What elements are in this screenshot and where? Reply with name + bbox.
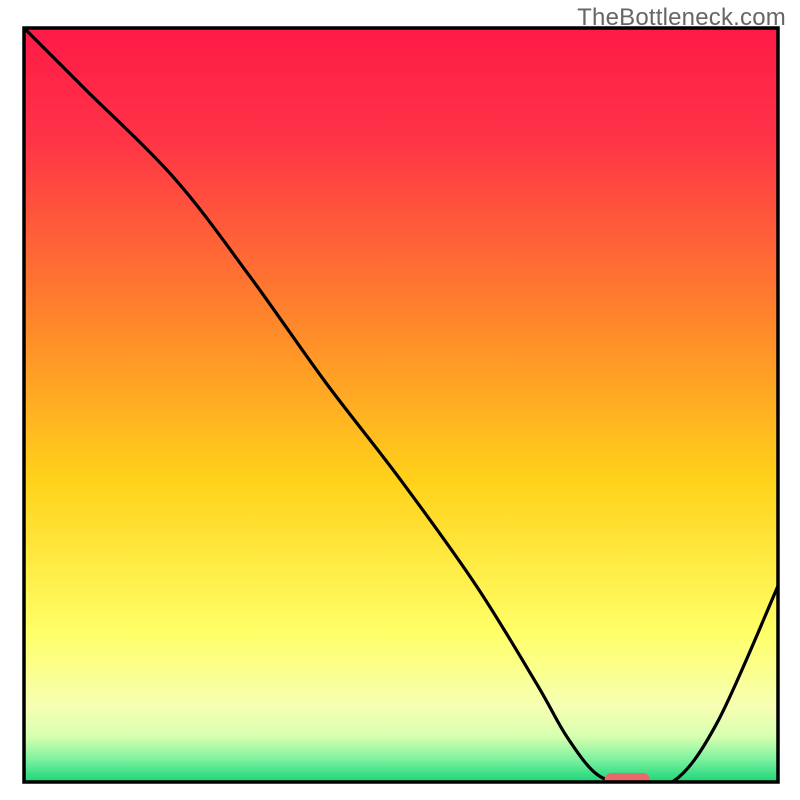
plot-area	[22, 26, 780, 784]
chart-stage: TheBottleneck.com	[0, 0, 800, 800]
plot-svg	[22, 26, 780, 784]
watermark-text: TheBottleneck.com	[577, 4, 786, 32]
